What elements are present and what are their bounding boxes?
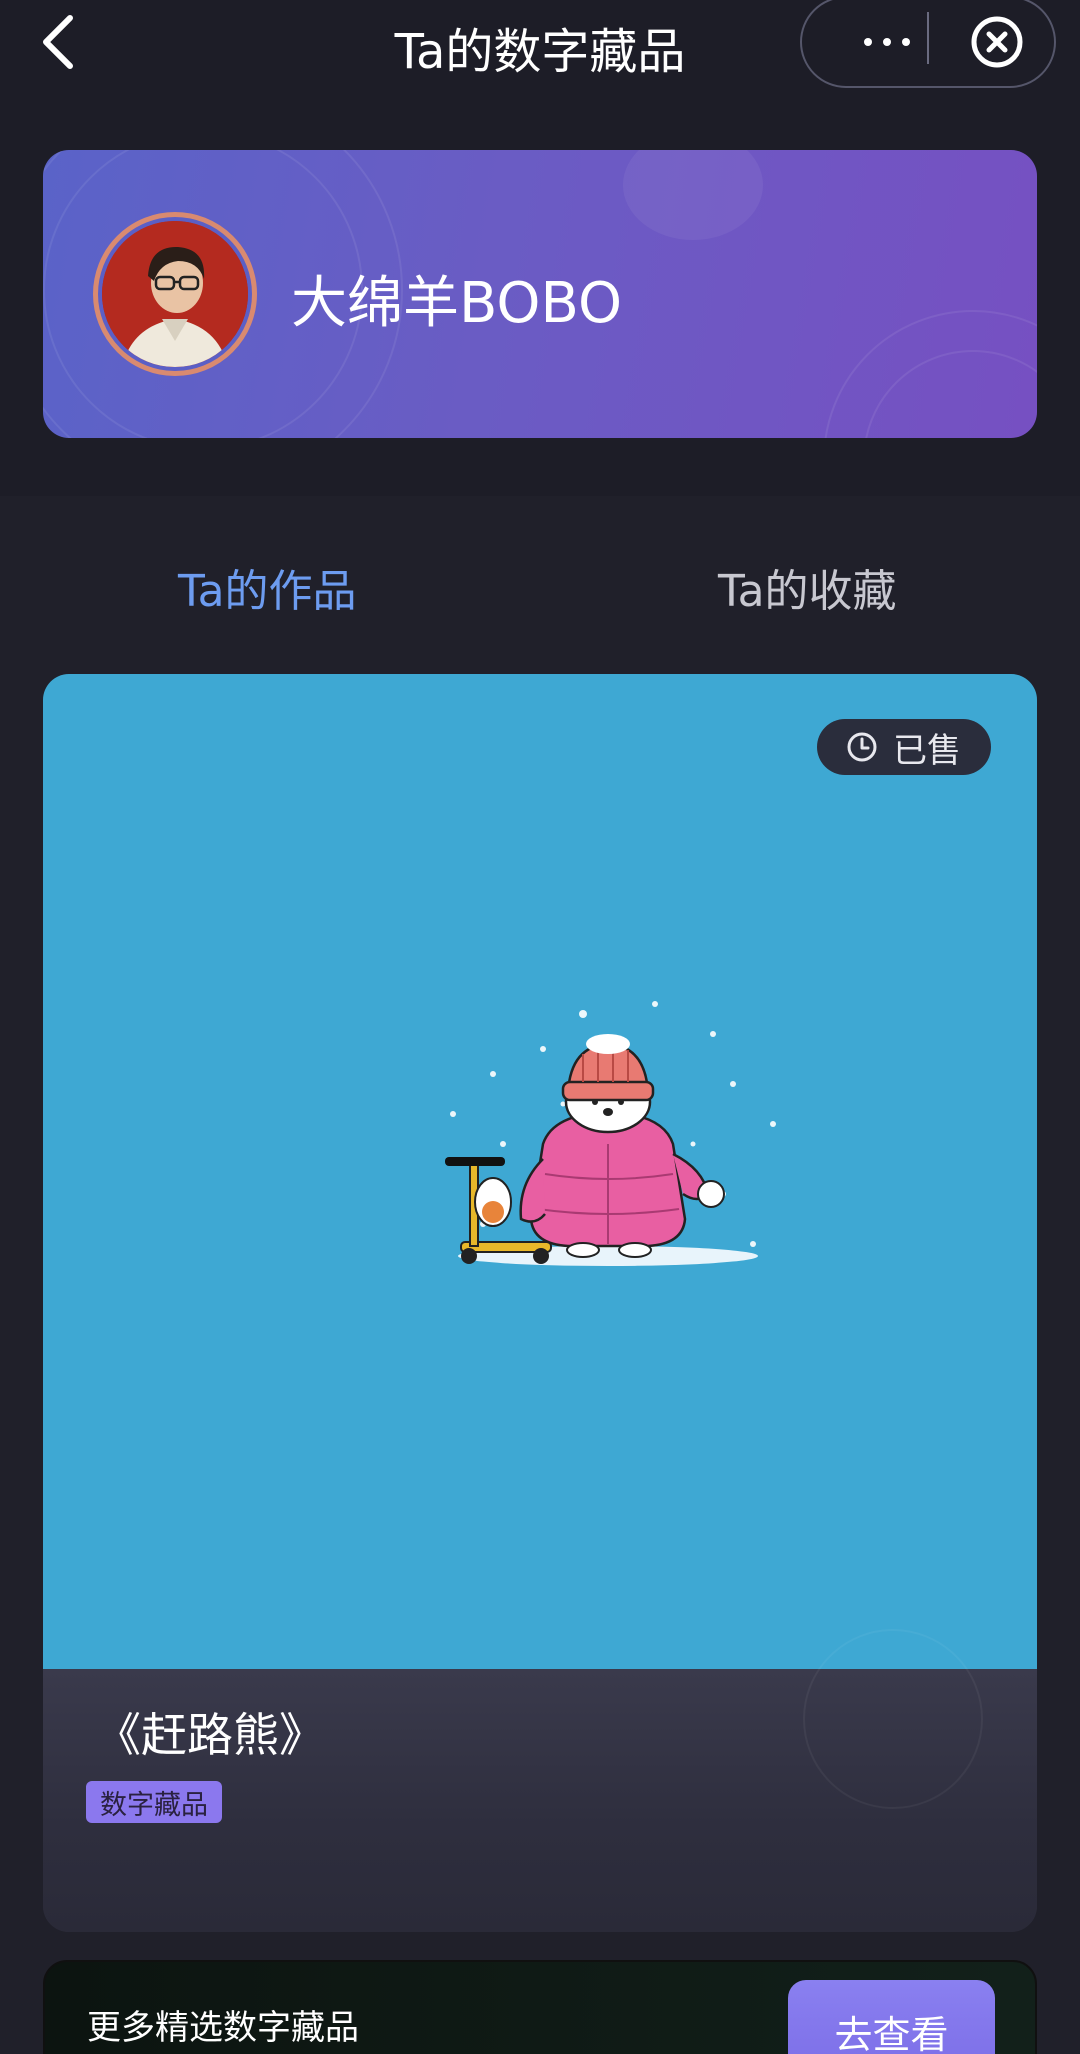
avatar[interactable] [93, 212, 257, 376]
more-button[interactable] [842, 0, 932, 86]
tab-works[interactable]: Ta的作品 [178, 555, 357, 619]
bear-illustration [445, 1001, 776, 1266]
close-circle-icon [971, 16, 1023, 68]
status-label: 已售 [893, 730, 961, 771]
view-more-button[interactable]: 去查看 [788, 1980, 995, 2054]
ellipsis-icon [864, 38, 910, 46]
collectible-info: 《赶路熊》 数字藏品 [43, 1629, 1037, 1932]
page: Ta的数字藏品 大绵羊BOBO Ta的作品 Ta的收藏 已售 《赶路熊》 数字藏… [0, 0, 1080, 2054]
nav-bar: Ta的数字藏品 [0, 0, 1080, 90]
tab-collections[interactable]: Ta的收藏 [718, 555, 897, 619]
collectible-card[interactable]: 已售 《赶路熊》 数字藏品 [43, 674, 1037, 1932]
collectible-title: 《赶路熊》 [95, 1708, 325, 1762]
user-avatar [102, 221, 248, 367]
capsule-divider [927, 12, 929, 64]
clock-icon [847, 732, 877, 762]
banner-text: 更多精选数字藏品 [87, 2008, 359, 2048]
status-badge: 已售 [817, 719, 991, 775]
person-portrait [102, 221, 248, 367]
more-collectibles-banner: 更多精选数字藏品 去查看 [43, 1960, 1037, 2054]
collectible-image: 已售 [43, 674, 1037, 1669]
close-button[interactable] [952, 0, 1042, 86]
mini-program-capsule [800, 0, 1056, 88]
decor-glow [623, 150, 763, 240]
username: 大绵羊BOBO [291, 271, 623, 336]
collectible-tag: 数字藏品 [86, 1781, 222, 1823]
decor-ring [803, 1629, 983, 1809]
profile-card: 大绵羊BOBO [43, 150, 1037, 438]
